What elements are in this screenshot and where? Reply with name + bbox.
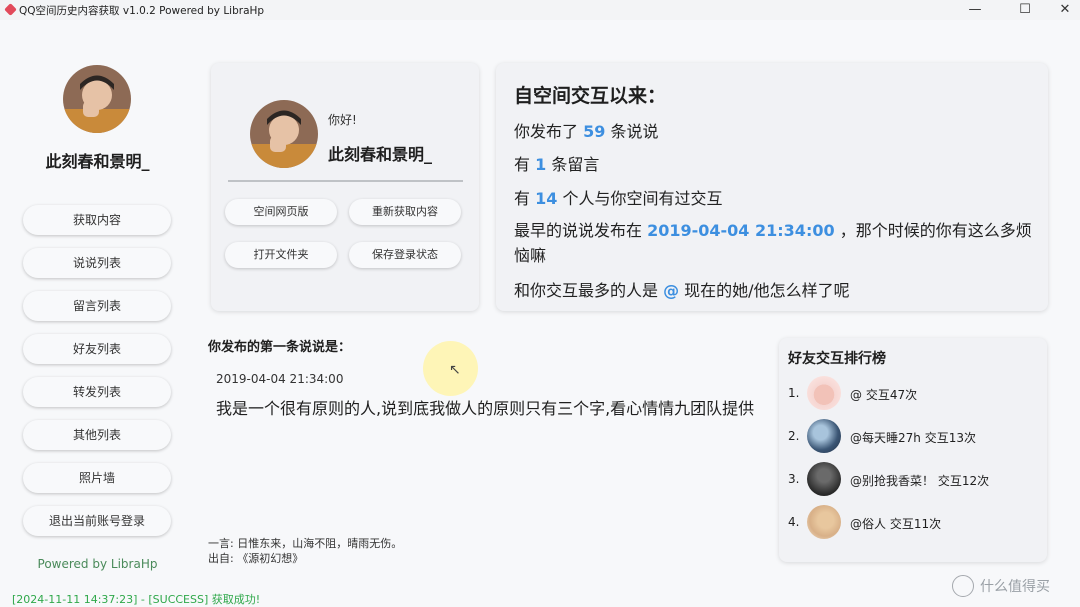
avatar	[63, 65, 131, 133]
list-item[interactable]: 3. @别抢我香菜！ 交互12次	[788, 462, 1038, 498]
rank-text: @俗人 交互11次	[850, 517, 942, 531]
watermark-text: 什么值得买	[980, 579, 1050, 595]
divider	[228, 180, 463, 182]
sidebar: 此刻春和景明_ 获取内容 说说列表 留言列表 好友列表 转发列表 其他列表 照片…	[0, 20, 195, 607]
stat-value: 2019-04-04 21:34:00	[647, 221, 835, 240]
avatar	[807, 505, 841, 539]
first-post-content: 我是一个很有原则的人,说到底我做人的原则只有三个字,看心情情九团队提供	[216, 399, 755, 418]
refetch-button[interactable]: 重新获取内容	[349, 199, 461, 225]
posts-list-button[interactable]: 说说列表	[23, 248, 171, 278]
list-item[interactable]: 2. @每天睡27h 交互13次	[788, 419, 1038, 455]
stat-top-friend: 和你交互最多的人是 @ 现在的她/他怎么样了呢	[514, 277, 850, 301]
messages-list-button[interactable]: 留言列表	[23, 291, 171, 321]
stat-text: 和你交互最多的人是	[514, 281, 664, 300]
close-icon[interactable]: ✕	[1045, 0, 1080, 20]
greeting-text: 你好!	[328, 113, 357, 127]
stat-posts: 你发布了 59 条说说	[514, 118, 658, 142]
list-item[interactable]: 4. @俗人 交互11次	[788, 505, 1038, 541]
rank-number: 4.	[788, 515, 800, 529]
avatar	[807, 419, 841, 453]
title-bar: QQ空间历史内容获取 v1.0.2 Powered by LibraHp — ☐…	[0, 0, 1080, 20]
rank-number: 2.	[788, 429, 800, 443]
status-bar: [2024-11-11 14:37:23] - [SUCCESS] 获取成功!	[12, 593, 261, 606]
profile-card: 你好! 此刻春和景明_ 空间网页版 重新获取内容 打开文件夹 保存登录状态	[211, 63, 479, 311]
save-login-button[interactable]: 保存登录状态	[349, 242, 461, 268]
stat-value: 59	[583, 122, 606, 141]
window-title: QQ空间历史内容获取 v1.0.2 Powered by LibraHp	[19, 5, 265, 17]
rank-text: @ 交互47次	[850, 388, 918, 402]
others-list-button[interactable]: 其他列表	[23, 420, 171, 450]
stat-text: 条留言	[546, 155, 600, 174]
list-item[interactable]: 1. @ 交互47次	[788, 376, 1038, 412]
stat-text: 个人与你空间有过交互	[557, 189, 723, 208]
sidebar-username: 此刻春和景明_	[45, 152, 150, 171]
stat-value: @	[663, 281, 680, 300]
stat-value: 14	[535, 189, 558, 208]
stats-card: 自空间交互以来： 你发布了 59 条说说 有 1 条留言 有 14 个人与你空间…	[496, 63, 1048, 311]
minimize-icon[interactable]: —	[955, 0, 995, 20]
stat-earliest-post: 最早的说说发布在 2019-04-04 21:34:00 ，那个时候的你有这么多…	[514, 218, 1034, 268]
rank-text: @别抢我香菜！ 交互12次	[850, 474, 990, 488]
first-post-label: 你发布的第一条说说是：	[208, 340, 352, 355]
quote-source: 出自: 《源初幻想》	[208, 552, 304, 565]
rank-number: 3.	[788, 472, 800, 486]
fetch-content-button[interactable]: 获取内容	[23, 205, 171, 235]
powered-by: Powered by LibraHp	[37, 557, 158, 571]
stat-text: 最早的说说发布在	[514, 221, 648, 240]
maximize-icon[interactable]: ☐	[1005, 0, 1045, 20]
rank-number: 1.	[788, 386, 800, 400]
avatar	[807, 462, 841, 496]
rank-text: @每天睡27h 交互13次	[850, 431, 976, 445]
stat-text: 现在的她/他怎么样了呢	[679, 281, 850, 300]
web-qzone-button[interactable]: 空间网页版	[225, 199, 337, 225]
stat-value: 1	[535, 155, 547, 174]
quote-text: 一言: 日惟东来，山海不阻，晴雨无伤。	[208, 537, 403, 550]
stat-text: 有	[514, 155, 536, 174]
friend-ranking-card: 好友交互排行榜 1. @ 交互47次 2. @每天睡27h 交互13次 3. @…	[779, 338, 1047, 562]
stat-interactions: 有 14 个人与你空间有过交互	[514, 185, 722, 209]
avatar	[250, 100, 318, 168]
friends-list-button[interactable]: 好友列表	[23, 334, 171, 364]
app-logo-icon	[4, 3, 17, 16]
stat-messages: 有 1 条留言	[514, 151, 599, 175]
stat-text: 你发布了	[514, 122, 584, 141]
stat-text: 有	[514, 189, 536, 208]
watermark-logo-icon	[952, 575, 974, 597]
avatar	[807, 376, 841, 410]
open-folder-button[interactable]: 打开文件夹	[225, 242, 337, 268]
first-post-date: 2019-04-04 21:34:00	[216, 372, 344, 386]
photo-wall-button[interactable]: 照片墙	[23, 463, 171, 493]
stat-text: 条说说	[605, 122, 659, 141]
profile-username: 此刻春和景明_	[328, 145, 433, 164]
logout-button[interactable]: 退出当前账号登录	[23, 506, 171, 536]
reposts-list-button[interactable]: 转发列表	[23, 377, 171, 407]
ranking-title: 好友交互排行榜	[788, 351, 886, 367]
cursor-icon: ↖	[449, 362, 461, 378]
stats-title: 自空间交互以来：	[514, 85, 667, 107]
